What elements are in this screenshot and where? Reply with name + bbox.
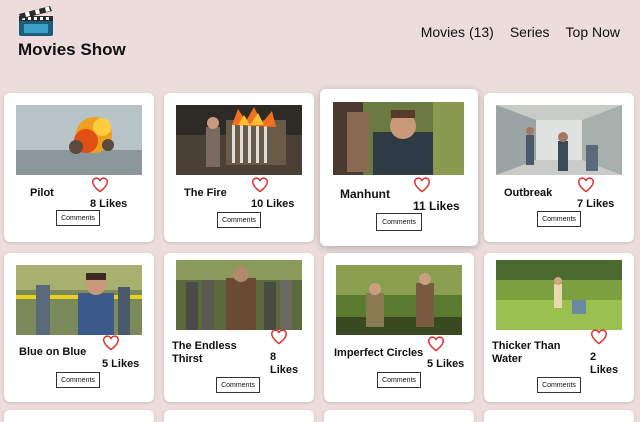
comments-button[interactable]: Comments bbox=[537, 211, 581, 227]
movie-title: Pilot bbox=[30, 187, 54, 199]
heart-like-icon[interactable] bbox=[577, 177, 595, 193]
movie-thumbnail[interactable] bbox=[496, 105, 622, 175]
movie-thumbnail[interactable] bbox=[333, 102, 464, 175]
heart-like-icon[interactable] bbox=[590, 329, 608, 345]
heart-like-icon[interactable] bbox=[427, 336, 445, 352]
movies-grid: Pilot 8 Likes Comments The Fire 10 Likes… bbox=[0, 0, 640, 422]
movie-thumbnail[interactable] bbox=[496, 260, 622, 330]
heart-like-icon[interactable] bbox=[413, 177, 431, 193]
movie-card: Imperfect Circles 5 Likes Comments bbox=[324, 253, 474, 402]
movie-card: Outbreak 7 Likes Comments bbox=[484, 93, 634, 242]
movie-card-partial bbox=[484, 410, 634, 422]
movie-title: The Endless Thirst bbox=[172, 340, 237, 365]
movie-title: Blue on Blue bbox=[19, 346, 87, 358]
movie-thumbnail[interactable] bbox=[336, 265, 462, 335]
likes-count: 8 Likes bbox=[270, 351, 299, 376]
movie-card: The Endless Thirst 8 Likes Comments bbox=[164, 253, 314, 402]
likes-count: 2 Likes bbox=[590, 351, 619, 376]
movie-thumbnail[interactable] bbox=[16, 265, 142, 335]
movie-thumbnail[interactable] bbox=[176, 105, 302, 175]
comments-button[interactable]: Comments bbox=[377, 372, 421, 388]
movie-thumbnail[interactable] bbox=[16, 105, 142, 175]
movie-card: Blue on Blue 5 Likes Comments bbox=[4, 253, 154, 402]
movie-card-partial bbox=[164, 410, 314, 422]
movie-card-partial bbox=[4, 410, 154, 422]
likes-count: 10 Likes bbox=[251, 198, 295, 210]
likes-count: 5 Likes bbox=[427, 358, 465, 370]
likes-count: 11 Likes bbox=[413, 199, 460, 213]
movie-card: Manhunt 11 Likes Comments bbox=[320, 89, 478, 246]
movie-card: The Fire 10 Likes Comments bbox=[164, 93, 314, 242]
likes-count: 5 Likes bbox=[102, 358, 140, 370]
movie-thumbnail[interactable] bbox=[176, 260, 302, 330]
comments-button[interactable]: Comments bbox=[376, 213, 422, 231]
heart-like-icon[interactable] bbox=[91, 177, 109, 193]
movie-card: Thicker Than Water 2 Likes Comments bbox=[484, 253, 634, 402]
movie-title: Thicker Than Water bbox=[492, 340, 561, 365]
heart-like-icon[interactable] bbox=[102, 335, 120, 351]
movie-card-partial bbox=[324, 410, 474, 422]
comments-button[interactable]: Comments bbox=[56, 372, 100, 388]
movie-title: Manhunt bbox=[340, 187, 390, 201]
comments-button[interactable]: Comments bbox=[56, 210, 100, 226]
heart-like-icon[interactable] bbox=[270, 329, 288, 345]
comments-button[interactable]: Comments bbox=[537, 377, 581, 393]
comments-button[interactable]: Comments bbox=[216, 377, 260, 393]
likes-count: 7 Likes bbox=[577, 198, 615, 210]
comments-button[interactable]: Comments bbox=[217, 212, 261, 228]
movie-title: Outbreak bbox=[504, 187, 553, 199]
heart-like-icon[interactable] bbox=[251, 177, 269, 193]
movie-card: Pilot 8 Likes Comments bbox=[4, 93, 154, 242]
movie-title: Imperfect Circles bbox=[334, 347, 424, 359]
movie-title: The Fire bbox=[184, 187, 227, 199]
